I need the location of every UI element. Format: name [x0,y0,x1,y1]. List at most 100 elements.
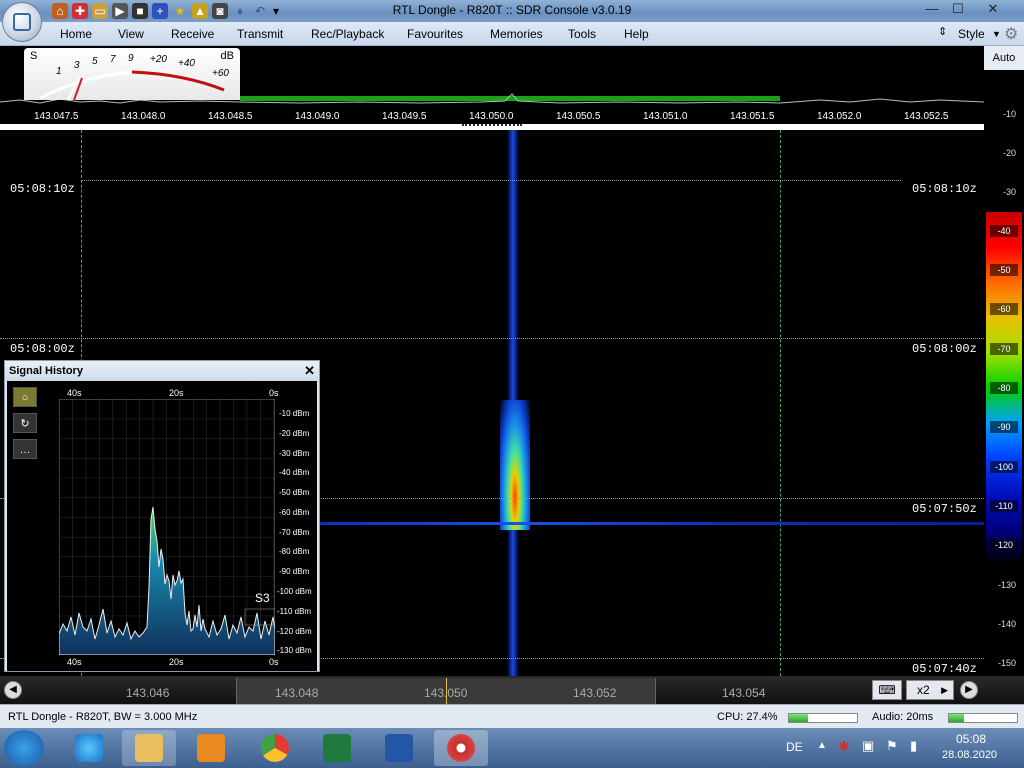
history-time-axis-label: 20s [169,388,184,398]
audio-meter-fill [949,714,964,722]
time-gridline [81,180,901,181]
taskbar-ie[interactable] [62,730,116,766]
time-label-right: 05:07:50z [908,502,981,516]
freq-scale-label: 143.051.5 [730,111,775,122]
freq-scale-label: 143.049.5 [382,111,427,122]
tray-expand-icon[interactable]: ▲ [817,740,827,751]
device-status: RTL Dongle - R820T, BW = 3.000 MHz [8,711,198,723]
s-meter: S dB 1 3 5 7 9 +20 +40 +60 [24,48,240,100]
tray-acrobat-icon[interactable]: ✱ [838,738,850,755]
window-title: RTL Dongle - R820T :: SDR Console v3.0.1… [392,3,632,17]
chrome-icon [261,734,289,762]
dbm-label: -80 dBm [279,547,310,556]
settings-gear-icon[interactable]: ⚙ [1004,24,1018,44]
dbm-label: -40 dBm [279,468,310,477]
history-time-axis-label: 40s [67,657,82,667]
tuner-freq-label: 143.054 [722,686,766,700]
zoom-label: x2 [917,683,930,697]
cpu-status: CPU: 27.4% [717,711,778,723]
start-button[interactable] [4,730,44,766]
level-tick: -10 [1002,109,1016,119]
horizontal-carrier-line [320,522,984,525]
history-time-axis-label: 0s [269,657,279,667]
app-menu-button[interactable] [2,2,42,42]
zoom-arrow-icon: ▶ [941,685,948,695]
zoom-button[interactable]: x2 ▶ [906,680,954,700]
color-legend[interactable]: -40 -50 -60 -70 -80 -90 -100 -110 -120 [986,212,1022,564]
tray-device-icon[interactable]: ▣ [862,738,874,754]
ribbon-tabs: Home View Receive Transmit Rec/Playback … [0,22,1024,46]
level-tick: -130 [997,580,1016,590]
freq-scale-label: 143.050.5 [556,111,601,122]
tab-tools[interactable]: Tools [568,27,596,41]
color-legend-label: -60 [990,303,1018,315]
color-legend-label: -80 [990,382,1018,394]
taskbar-explorer[interactable] [122,730,176,766]
level-tick: -150 [997,658,1016,668]
signal-burst [500,400,530,530]
tray-network-icon[interactable]: ▮ [910,738,917,754]
tuning-strip[interactable]: ◀ 143.046 143.048 143.050 143.052 143.05… [0,676,1024,704]
tray-flag-icon[interactable]: ⚑ [886,738,898,754]
tab-favourites[interactable]: Favourites [407,27,463,41]
freq-scale-label: 143.052.5 [904,111,949,122]
keyboard-button[interactable]: ⌨ [872,680,902,700]
auto-level-button[interactable]: Auto [984,46,1024,70]
tab-receive[interactable]: Receive [171,27,214,41]
dbm-label: -20 dBm [279,429,310,438]
taskbar-media[interactable] [184,730,238,766]
freq-scale-label: 143.050.0 [469,111,514,122]
freq-scale-label: 143.052.0 [817,111,862,122]
audio-status: Audio: 20ms [872,711,934,723]
signal-history-title: Signal History [9,365,83,377]
tab-transmit[interactable]: Transmit [237,27,283,41]
passband-right-marker[interactable] [780,130,781,676]
tune-left-button[interactable]: ◀ [4,681,22,699]
color-legend-label: -120 [990,539,1018,551]
close-button[interactable]: ✕ [976,0,1010,18]
tuner-freq-label: 143.052 [573,686,617,700]
style-dropdown-icon[interactable]: ▼ [992,29,1001,39]
s-meter-scale [39,70,225,100]
taskbar-excel[interactable] [310,730,364,766]
tab-help[interactable]: Help [624,27,649,41]
taskbar-sdr-console[interactable] [434,730,488,766]
taskbar-word[interactable] [372,730,426,766]
dbm-label: -50 dBm [279,488,310,497]
tuning-marker[interactable] [462,124,522,126]
minimize-button[interactable]: — [918,0,946,18]
dbm-label: -110 dBm [277,607,312,616]
updown-icon[interactable]: ⇕ [938,25,947,38]
signal-history-mode-button[interactable]: ○ [13,387,37,407]
freq-scale-label: 143.048.5 [208,111,253,122]
cpu-meter [788,713,858,723]
time-label-right: 05:07:40z [908,662,981,676]
style-menu[interactable]: Style [958,27,985,41]
signal-history-more-button[interactable]: … [13,439,37,459]
dbm-label: -10 dBm [279,409,310,418]
tab-home[interactable]: Home [60,27,92,41]
freq-scale-label: 143.051.0 [643,111,688,122]
history-time-axis-label: 0s [269,388,279,398]
frequency-scale[interactable]: 143.047.5 143.048.0 143.048.5 143.049.0 143.… [0,108,984,124]
tune-right-button[interactable]: ▶ [960,681,978,699]
tab-rec-playback[interactable]: Rec/Playback [311,27,384,41]
clock-date[interactable]: 28.08.2020 [942,749,997,761]
status-bar: RTL Dongle - R820T, BW = 3.000 MHz CPU: … [0,704,1024,728]
signal-history-header[interactable]: Signal History ✕ [5,361,319,381]
clock-time[interactable]: 05:08 [956,732,986,746]
signal-history-close-button[interactable]: ✕ [304,363,315,379]
maximize-button[interactable]: ☐ [944,0,972,18]
word-icon [385,734,413,762]
tab-memories[interactable]: Memories [490,27,543,41]
language-indicator[interactable]: DE [786,740,803,754]
taskbar-chrome[interactable] [248,730,302,766]
time-label-left: 05:08:10z [6,182,79,196]
signal-history-chart [59,399,275,655]
tab-view[interactable]: View [118,27,144,41]
color-legend-label: -100 [990,461,1018,473]
level-tick: -140 [997,619,1016,629]
signal-history-panel[interactable]: Signal History ✕ ○ ↻ … 40s 20s 0s 40s 20… [4,360,320,672]
signal-history-refresh-button[interactable]: ↻ [13,413,37,433]
folder-icon [135,734,163,762]
